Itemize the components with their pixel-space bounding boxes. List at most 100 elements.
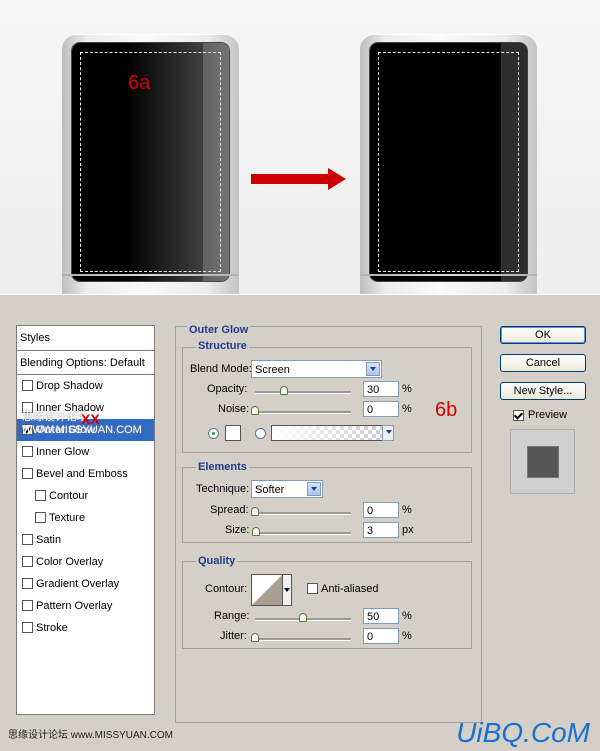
style-item-label: Drop Shadow	[36, 380, 103, 392]
contour-dropdown[interactable]	[283, 574, 292, 606]
preview-checkbox[interactable]	[513, 410, 524, 421]
size-slider-thumb[interactable]	[252, 527, 261, 536]
blend-mode-value: Screen	[255, 364, 290, 376]
gradient-radio[interactable]	[255, 428, 266, 439]
opacity-input[interactable]: 30	[363, 381, 399, 397]
ok-button[interactable]: OK	[500, 326, 586, 344]
noise-unit: %	[402, 403, 412, 415]
opacity-slider-thumb[interactable]	[279, 386, 288, 395]
device-band	[360, 274, 537, 276]
new-style-button[interactable]: New Style...	[500, 382, 586, 400]
style-item-contour[interactable]: Contour	[17, 485, 154, 507]
footer-site-text: 思缘设计论坛 www.MISSYUAN.COM	[8, 730, 174, 741]
style-item-stroke[interactable]: Stroke	[17, 617, 154, 639]
glow-gradient-swatch[interactable]	[271, 425, 383, 441]
opacity-label: Opacity:	[207, 383, 248, 395]
device-after	[360, 34, 537, 314]
solid-color-radio[interactable]	[208, 428, 219, 439]
selection-marquee	[80, 52, 221, 272]
selection-marquee	[378, 52, 519, 272]
style-item-checkbox[interactable]	[22, 446, 33, 457]
anti-aliased-checkbox[interactable]	[307, 583, 318, 594]
anti-aliased-label: Anti-aliased	[321, 583, 379, 595]
style-item-inner-glow[interactable]: Inner Glow	[17, 441, 154, 463]
size-slider[interactable]	[252, 527, 351, 536]
jitter-slider[interactable]	[251, 633, 351, 642]
noise-input[interactable]: 0	[363, 401, 399, 417]
range-slider-thumb[interactable]	[299, 613, 307, 622]
size-label: Size:	[225, 524, 250, 536]
preview-label: Preview	[528, 409, 568, 421]
style-item-drop-shadow[interactable]: Drop Shadow	[17, 375, 154, 397]
footer-logo-text: UiBQ.CoM	[456, 717, 590, 748]
noise-slider-thumb[interactable]	[251, 406, 259, 415]
device-before	[62, 34, 239, 314]
spread-slider[interactable]	[251, 507, 351, 516]
range-input[interactable]: 50	[363, 608, 399, 624]
style-item-label: Bevel and Emboss	[36, 468, 128, 480]
gradient-picker-dropdown[interactable]	[382, 425, 394, 441]
size-unit: px	[402, 524, 414, 536]
watermark-mark: XX	[81, 411, 100, 427]
style-item-label: Satin	[36, 534, 62, 546]
device-screen-after	[370, 43, 527, 281]
style-item-label: Inner Glow	[36, 446, 90, 458]
chevron-down-icon	[366, 362, 380, 376]
blend-mode-select[interactable]: Screen	[251, 360, 382, 378]
device-screen-before	[72, 43, 229, 281]
range-unit: %	[402, 610, 412, 622]
opacity-slider[interactable]	[255, 386, 351, 395]
contour-preview[interactable]	[251, 574, 283, 606]
style-item-checkbox[interactable]	[22, 600, 33, 611]
technique-select[interactable]: Softer	[251, 480, 323, 498]
style-item-checkbox[interactable]	[22, 468, 33, 479]
chevron-down-icon	[383, 426, 393, 440]
step-label-6a: 6a	[128, 72, 151, 94]
styles-list-panel: Styles Blending Options: Default Drop Sh…	[16, 325, 155, 715]
structure-title: Structure	[196, 340, 249, 352]
style-item-checkbox[interactable]	[22, 534, 33, 545]
step-label-6b: 6b	[435, 399, 458, 421]
technique-label: Technique:	[196, 483, 250, 495]
jitter-slider-thumb[interactable]	[251, 633, 259, 642]
style-item-checkbox[interactable]	[22, 424, 33, 435]
illustration-area: 6a	[0, 0, 600, 314]
spread-input[interactable]: 0	[363, 502, 399, 518]
style-item-checkbox[interactable]	[22, 402, 33, 413]
spread-unit: %	[402, 504, 412, 516]
style-item-bevel-and-emboss[interactable]: Bevel and Emboss	[17, 463, 154, 485]
device-band	[62, 274, 239, 276]
size-input[interactable]: 3	[363, 522, 399, 538]
style-item-checkbox[interactable]	[22, 556, 33, 567]
range-slider[interactable]	[255, 613, 351, 622]
style-item-checkbox[interactable]	[22, 622, 33, 633]
contour-label: Contour:	[205, 583, 248, 595]
spread-label: Spread:	[210, 504, 249, 516]
glow-color-swatch[interactable]	[225, 425, 241, 441]
style-item-pattern-overlay[interactable]: Pattern Overlay	[17, 595, 154, 617]
opacity-unit: %	[402, 383, 412, 395]
noise-label: Noise:	[218, 403, 250, 415]
chevron-down-icon	[307, 482, 321, 496]
styles-title[interactable]: Styles	[17, 326, 154, 351]
style-item-checkbox[interactable]	[22, 380, 33, 391]
arrow-head-icon	[328, 168, 346, 190]
style-item-label: Pattern Overlay	[36, 600, 113, 612]
blending-options-default[interactable]: Blending Options: Default	[17, 353, 154, 375]
style-item-label: Gradient Overlay	[36, 578, 120, 590]
style-preview-thumbnail	[527, 446, 559, 478]
noise-slider[interactable]	[251, 406, 351, 415]
style-item-checkbox[interactable]	[35, 512, 46, 523]
style-preview	[510, 429, 575, 494]
style-item-color-overlay[interactable]: Color Overlay	[17, 551, 154, 573]
style-item-texture[interactable]: Texture	[17, 507, 154, 529]
spread-slider-thumb[interactable]	[251, 507, 259, 516]
style-item-gradient-overlay[interactable]: Gradient Overlay	[17, 573, 154, 595]
jitter-unit: %	[402, 630, 412, 642]
cancel-button[interactable]: Cancel	[500, 354, 586, 372]
style-item-checkbox[interactable]	[22, 578, 33, 589]
style-item-satin[interactable]: Satin	[17, 529, 154, 551]
style-item-label: Texture	[49, 512, 86, 524]
jitter-input[interactable]: 0	[363, 628, 399, 644]
style-item-checkbox[interactable]	[35, 490, 46, 501]
